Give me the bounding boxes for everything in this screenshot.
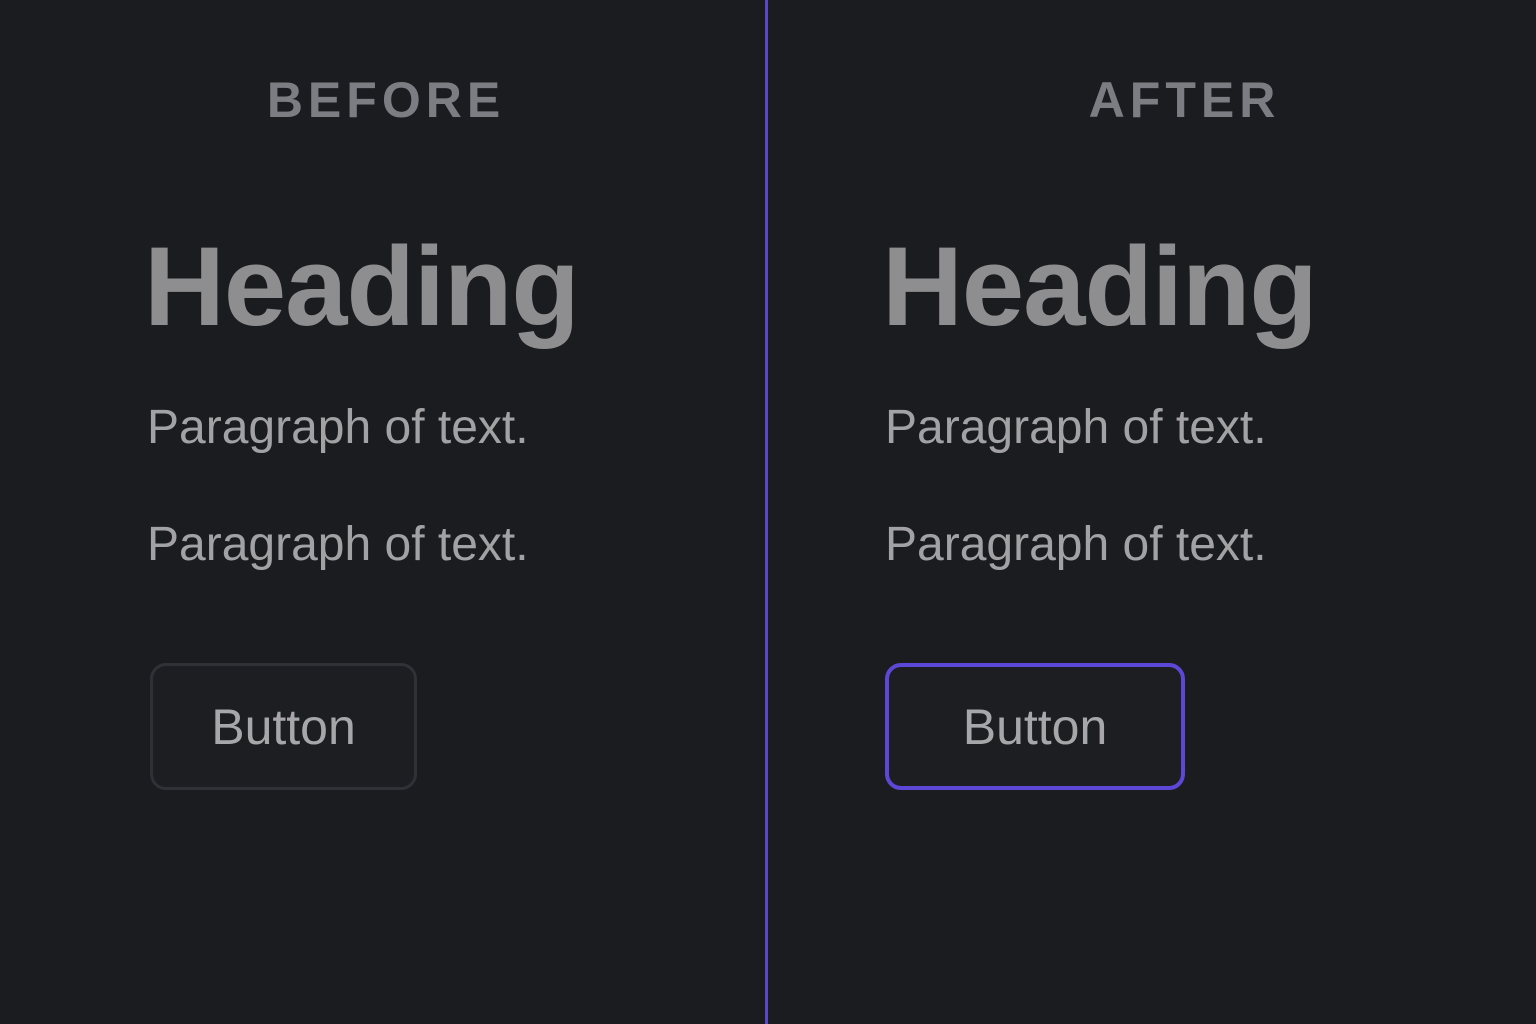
after-panel: AFTER Heading Paragraph of text. Paragra… — [769, 0, 1536, 1024]
after-button-focused[interactable]: Button — [885, 663, 1185, 790]
after-paragraph-1: Paragraph of text. — [885, 401, 1267, 454]
after-heading: Heading — [882, 224, 1318, 349]
before-button[interactable]: Button — [150, 663, 417, 790]
after-paragraph-2: Paragraph of text. — [885, 518, 1267, 571]
before-paragraph-2: Paragraph of text. — [147, 518, 529, 571]
before-heading: Heading — [144, 224, 580, 349]
before-paragraph-1: Paragraph of text. — [147, 401, 529, 454]
after-label: AFTER — [1088, 72, 1281, 128]
panel-divider — [765, 0, 768, 1024]
comparison-canvas: BEFORE Heading Paragraph of text. Paragr… — [0, 0, 1536, 1024]
before-label: BEFORE — [266, 72, 506, 128]
before-panel: BEFORE Heading Paragraph of text. Paragr… — [0, 0, 766, 1024]
